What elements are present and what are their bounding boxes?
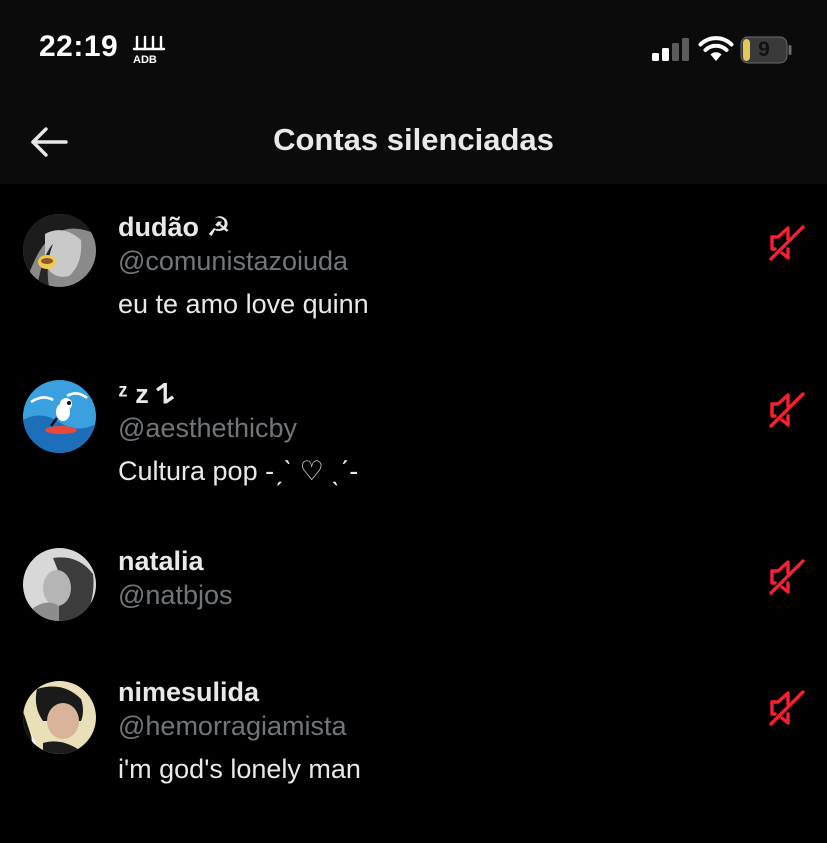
wifi-icon bbox=[698, 36, 734, 61]
battery-level-text: 9 bbox=[758, 38, 770, 61]
cellular-signal-icon bbox=[652, 38, 689, 61]
status-time: 22:19 bbox=[39, 30, 119, 63]
svg-text:ADB: ADB bbox=[133, 54, 157, 65]
header: Contas silenciadas bbox=[0, 100, 827, 184]
muted-speaker-icon[interactable] bbox=[766, 687, 808, 729]
username-handle: @natbjos bbox=[118, 580, 233, 610]
list-item[interactable]: ᶻ z 𐰁 @aesthethicby Cultura pop -ˏˋ ♡ ˎˊ… bbox=[0, 351, 827, 511]
muted-speaker-icon[interactable] bbox=[766, 556, 808, 598]
username-handle: @aesthethicby bbox=[118, 413, 298, 443]
avatar[interactable] bbox=[23, 380, 96, 453]
avatar[interactable] bbox=[23, 548, 96, 621]
username-handle: @hemorragiamista bbox=[118, 711, 347, 741]
display-name: natalia bbox=[118, 546, 204, 576]
username-handle: @comunistazoiuda bbox=[118, 246, 349, 276]
muted-speaker-icon[interactable] bbox=[766, 222, 808, 264]
list-item[interactable]: nimesulida @hemorragiamista i'm god's lo… bbox=[0, 651, 827, 811]
bio-text: Cultura pop -ˏˋ ♡ ˎˊ- bbox=[118, 456, 359, 486]
page-title: Contas silenciadas bbox=[273, 122, 554, 157]
status-bar: 22:19 ADB 9 bbox=[0, 0, 827, 100]
bio-text: i'm god's lonely man bbox=[118, 754, 361, 784]
display-name: nimesulida bbox=[118, 677, 260, 707]
app-notification-icon: ADB bbox=[132, 35, 166, 65]
bio-text: eu te amo love quinn bbox=[118, 289, 369, 319]
display-name: dudão ☭ bbox=[118, 212, 231, 242]
muted-accounts-screen: 22:19 ADB 9 Contas silenciadas dudão ☭ @… bbox=[0, 0, 827, 843]
list-item[interactable]: natalia @natbjos bbox=[0, 518, 827, 648]
muted-speaker-icon[interactable] bbox=[766, 389, 808, 431]
display-name: ᶻ z 𐰁 bbox=[118, 379, 175, 409]
list-item[interactable]: dudão ☭ @comunistazoiuda eu te amo love … bbox=[0, 184, 827, 344]
avatar[interactable] bbox=[23, 681, 96, 754]
avatar[interactable] bbox=[23, 214, 96, 287]
